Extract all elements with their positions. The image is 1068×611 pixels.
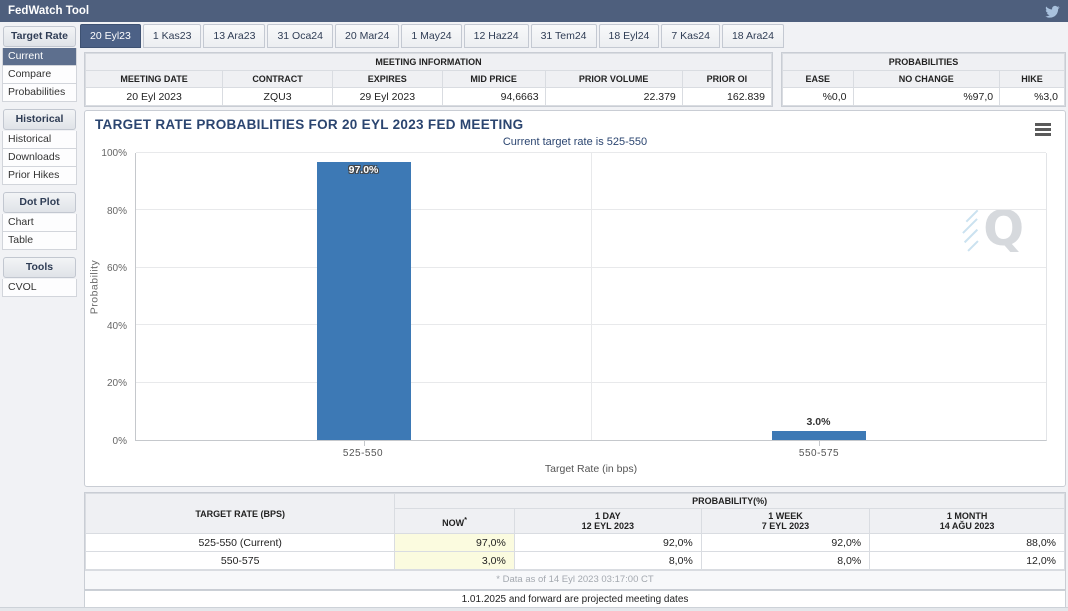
probability-cell: 88,0% [870, 534, 1065, 552]
tab-18-eyl24[interactable]: 18 Eyl24 [599, 24, 660, 48]
x-axis: 525-550 550-575 [135, 443, 1047, 459]
x-axis-title: Target Rate (in bps) [135, 463, 1047, 475]
sidebar-item-cvol[interactable]: CVOL [2, 279, 77, 297]
sidebar-item-downloads[interactable]: Downloads [2, 149, 77, 167]
quikstrike-watermark-icon: Q [964, 203, 1024, 261]
meeting-info-value-expires: 29 Eyl 2023 [332, 88, 442, 106]
x-axis-tick-label: 550-575 [764, 448, 874, 459]
chart-title: TARGET RATE PROBABILITIES FOR 20 EYL 202… [95, 117, 523, 132]
app-title: FedWatch Tool [8, 5, 89, 17]
probability-cell: 3,0% [395, 552, 514, 570]
target-rate-cell: 550-575 [86, 552, 395, 570]
meeting-info-col-expires: EXPIRES [332, 71, 442, 88]
sidebar-section-dot-plot: Dot Plot [3, 192, 76, 213]
y-axis-tick-label: 100% [85, 148, 127, 159]
table-row-550-575: 550-5753,0%8,0%8,0%12,0% [86, 552, 1065, 570]
sidebar-item-compare[interactable]: Compare [2, 66, 77, 84]
sidebar-item-probabilities[interactable]: Probabilities [2, 84, 77, 102]
y-axis: 0%20%40%60%80%100% [85, 153, 131, 441]
meeting-info-col-prior-oi: PRIOR OI [682, 71, 771, 88]
col-header-1-week: 1 WEEK7 EYL 2023 [701, 509, 869, 534]
tab-1-kas23[interactable]: 1 Kas23 [143, 24, 202, 48]
meeting-info-value-mid-price: 94,6663 [442, 88, 545, 106]
sidebar: Target RateCurrentCompareProbabilities Hi… [2, 26, 77, 297]
meeting-info-col-meeting-date: MEETING DATE [86, 71, 223, 88]
tab-18-ara24[interactable]: 18 Ara24 [722, 24, 784, 48]
probabilities-value-hike: %3,0 [1000, 88, 1065, 106]
plot-area: Q 97.0% 3.0% [135, 153, 1047, 441]
tab-20-mar24[interactable]: 20 Mar24 [335, 24, 399, 48]
sidebar-section-historical: Historical [3, 109, 76, 130]
probabilities-col-no-change: NO CHANGE [853, 71, 1000, 88]
bottom-strip [0, 607, 1068, 611]
sidebar-section-tools: Tools [3, 257, 76, 278]
probability-bar-550-575 [772, 431, 866, 440]
sidebar-item-table[interactable]: Table [2, 232, 77, 250]
bar-value-label: 3.0% [772, 416, 866, 428]
meeting-date-tabstrip: 20 Eyl231 Kas2313 Ara2331 Oca2420 Mar241… [80, 24, 1068, 48]
meeting-info-value-prior-volume: 22.379 [545, 88, 682, 106]
sidebar-gap [2, 185, 77, 192]
bar-value-label: 97.0% [317, 164, 411, 176]
probability-cell: 8,0% [514, 552, 701, 570]
col-header-1-day: 1 DAY12 EYL 2023 [514, 509, 701, 534]
tab-13-ara23[interactable]: 13 Ara23 [203, 24, 265, 48]
y-axis-tick-label: 0% [85, 436, 127, 447]
probability-group-header: PROBABILITY(%) [395, 494, 1065, 509]
meeting-info-value-prior-oi: 162.839 [682, 88, 771, 106]
probabilities-header: PROBABILITIES [783, 54, 1065, 71]
col-header-1-month: 1 MONTH14 AĞU 2023 [870, 509, 1065, 534]
tab-1-may24[interactable]: 1 May24 [401, 24, 461, 48]
meeting-info-value-contract: ZQU3 [223, 88, 333, 106]
twitter-icon[interactable] [1045, 4, 1060, 19]
target-rate-cell: 525-550 (Current) [86, 534, 395, 552]
probability-cell: 8,0% [701, 552, 869, 570]
probability-cell: 97,0% [395, 534, 514, 552]
meeting-info-value-meeting-date: 20 Eyl 2023 [86, 88, 223, 106]
probability-cell: 12,0% [870, 552, 1065, 570]
tab-20-eyl23[interactable]: 20 Eyl23 [80, 24, 141, 48]
tab-31-oca24[interactable]: 31 Oca24 [267, 24, 333, 48]
tab-12-haz24[interactable]: 12 Haz24 [464, 24, 529, 48]
probability-cell: 92,0% [701, 534, 869, 552]
data-as-of-note: * Data as of 14 Eyl 2023 03:17:00 CT [85, 570, 1065, 589]
y-axis-tick-label: 80% [85, 206, 127, 217]
fedwatch-app: FedWatch Tool 20 Eyl231 Kas2313 Ara2331 … [0, 0, 1068, 611]
probability-bar-525-550: 97.0% [317, 162, 411, 440]
y-axis-tick-label: 40% [85, 321, 127, 332]
probability-cell: 92,0% [514, 534, 701, 552]
sidebar-item-historical[interactable]: Historical [2, 131, 77, 149]
meeting-info-col-contract: CONTRACT [223, 71, 333, 88]
tab-31-tem24[interactable]: 31 Tem24 [531, 24, 597, 48]
sidebar-item-prior-hikes[interactable]: Prior Hikes [2, 167, 77, 185]
x-axis-tick-label: 525-550 [308, 448, 418, 459]
col-target-rate-header: TARGET RATE (BPS) [86, 494, 395, 534]
chart-panel: TARGET RATE PROBABILITIES FOR 20 EYL 202… [84, 110, 1066, 487]
sidebar-item-current[interactable]: Current [2, 48, 77, 66]
sidebar-item-chart[interactable]: Chart [2, 214, 77, 232]
probabilities-value-no-change: %97,0 [853, 88, 1000, 106]
sidebar-gap [2, 250, 77, 257]
probabilities-summary-table: PROBABILITIESEASENO CHANGEHIKE %0,0%97,0%… [781, 52, 1066, 107]
col-header-now: NOW* [395, 509, 514, 534]
meeting-info-col-prior-volume: PRIOR VOLUME [545, 71, 682, 88]
probabilities-value-ease: %0,0 [783, 88, 854, 106]
tab-7-kas24[interactable]: 7 Kas24 [661, 24, 720, 48]
sidebar-gap [2, 102, 77, 109]
table-row-525-550-current-: 525-550 (Current)97,0%92,0%92,0%88,0% [86, 534, 1065, 552]
probabilities-col-ease: EASE [783, 71, 854, 88]
gridline-v [591, 153, 592, 440]
meeting-info-col-mid-price: MID PRICE [442, 71, 545, 88]
sidebar-section-target-rate: Target Rate [3, 26, 76, 47]
y-axis-tick-label: 60% [85, 263, 127, 274]
meeting-info-header: MEETING INFORMATION [86, 54, 772, 71]
y-axis-tick-label: 20% [85, 378, 127, 389]
title-bar: FedWatch Tool [0, 0, 1068, 22]
meeting-info-table: MEETING INFORMATIONMEETING DATECONTRACTE… [84, 52, 773, 107]
probabilities-col-hike: HIKE [1000, 71, 1065, 88]
probability-history-table: TARGET RATE (BPS)PROBABILITY(%)NOW*1 DAY… [84, 492, 1066, 590]
chart-subtitle: Current target rate is 525-550 [85, 136, 1065, 148]
